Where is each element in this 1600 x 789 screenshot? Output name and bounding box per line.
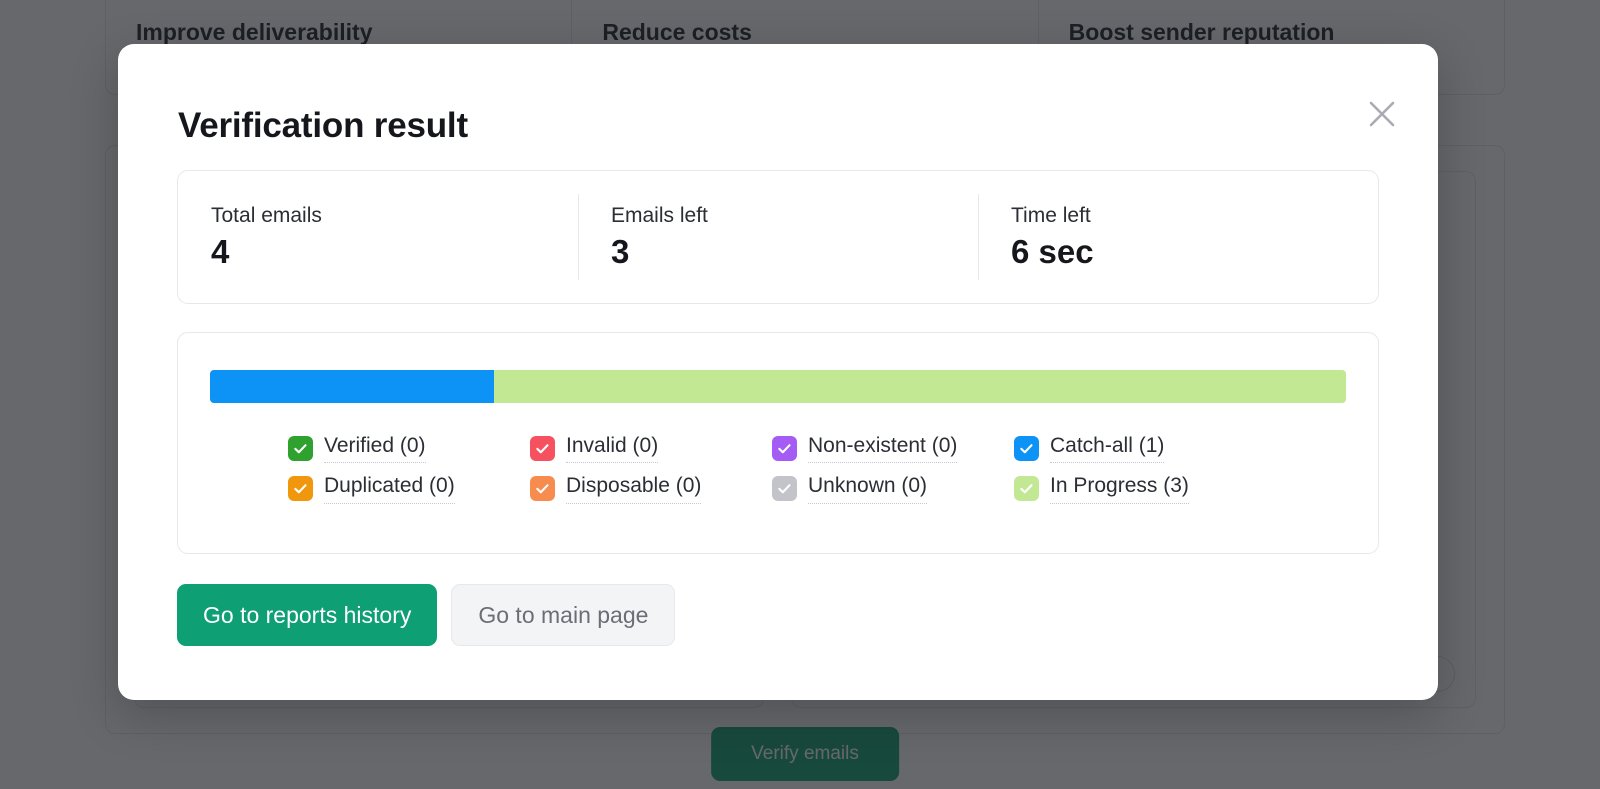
legend-item-label: Invalid (0): [566, 433, 658, 463]
close-icon[interactable]: [1360, 92, 1404, 136]
legend-item-in-progress[interactable]: In Progress (3): [1014, 473, 1256, 503]
page-title: Verification result: [178, 106, 468, 146]
progress-segment-in-progress: [494, 370, 1346, 403]
legend-item-label: Disposable (0): [566, 473, 701, 503]
modal-actions: Go to reports history Go to main page: [177, 584, 675, 646]
legend-item-label: Non-existent (0): [808, 433, 957, 463]
stat-value: 6 sec: [1011, 233, 1378, 271]
verification-result-modal: Verification result Total emails 4 Email…: [118, 44, 1438, 700]
stat-label: Total emails: [211, 203, 578, 228]
checkbox-checked-icon[interactable]: [1014, 436, 1039, 461]
legend-item-disposable[interactable]: Disposable (0): [530, 473, 772, 503]
progress-segment-catch-all: [210, 370, 494, 403]
legend-item-label: In Progress (3): [1050, 473, 1189, 503]
stats-card: Total emails 4 Emails left 3 Time left 6…: [177, 170, 1379, 304]
checkbox-checked-icon[interactable]: [530, 436, 555, 461]
legend-item-duplicated[interactable]: Duplicated (0): [288, 473, 530, 503]
legend-item-label: Duplicated (0): [324, 473, 455, 503]
stat-emails-left: Emails left 3: [578, 194, 978, 280]
legend-item-label: Unknown (0): [808, 473, 927, 503]
legend-item-label: Catch-all (1): [1050, 433, 1164, 463]
go-to-main-page-button[interactable]: Go to main page: [451, 584, 675, 646]
status-legend: Verified (0) Invalid (0) Non-existent (0) C…: [288, 433, 1338, 504]
legend-item-non-existent[interactable]: Non-existent (0): [772, 433, 1014, 463]
legend-item-catch-all[interactable]: Catch-all (1): [1014, 433, 1256, 463]
checkbox-checked-icon[interactable]: [530, 476, 555, 501]
stat-time-left: Time left 6 sec: [978, 194, 1378, 280]
checkbox-checked-icon[interactable]: [288, 476, 313, 501]
legend-item-verified[interactable]: Verified (0): [288, 433, 530, 463]
verification-progress-bar: [210, 370, 1346, 403]
stat-value: 4: [211, 233, 578, 271]
go-to-reports-history-button[interactable]: Go to reports history: [177, 584, 437, 646]
progress-card: Verified (0) Invalid (0) Non-existent (0) C…: [177, 332, 1379, 554]
stat-total-emails: Total emails 4: [178, 194, 578, 280]
checkbox-checked-icon[interactable]: [772, 436, 797, 461]
stat-label: Emails left: [611, 203, 978, 228]
checkbox-checked-icon[interactable]: [288, 436, 313, 461]
stat-value: 3: [611, 233, 978, 271]
checkbox-checked-icon[interactable]: [772, 476, 797, 501]
legend-item-label: Verified (0): [324, 433, 426, 463]
legend-item-invalid[interactable]: Invalid (0): [530, 433, 772, 463]
legend-item-unknown[interactable]: Unknown (0): [772, 473, 1014, 503]
stat-label: Time left: [1011, 203, 1378, 228]
checkbox-checked-icon[interactable]: [1014, 476, 1039, 501]
